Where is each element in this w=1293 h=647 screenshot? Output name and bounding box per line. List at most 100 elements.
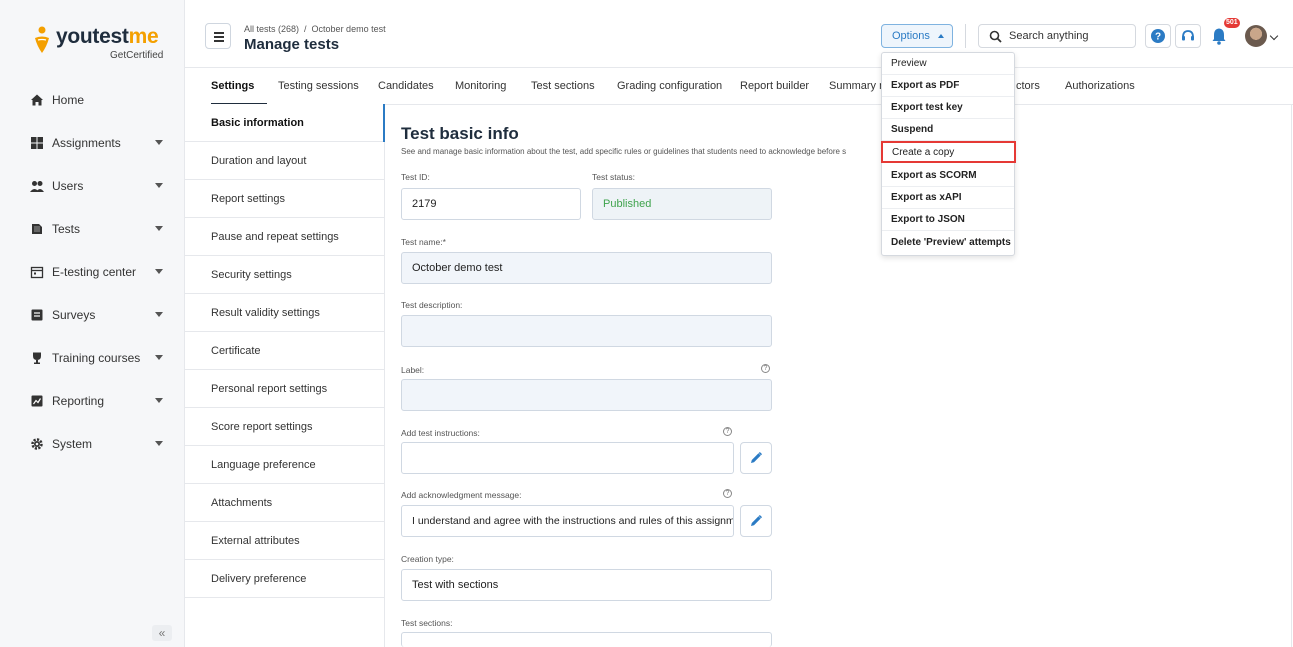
chevron-down-icon <box>155 183 163 188</box>
sidebar-item-home[interactable]: Home <box>0 82 185 118</box>
sidebar-item-assignments[interactable]: Assignments <box>0 125 185 161</box>
tab-proctors[interactable]: ctors <box>1016 80 1040 92</box>
sidebar-item-users[interactable]: Users <box>0 168 185 204</box>
sidebar-item-label: Surveys <box>52 308 96 322</box>
tab-settings[interactable]: Settings <box>211 80 254 92</box>
sidebar-item-system[interactable]: System <box>0 426 185 462</box>
hamburger-icon <box>214 32 224 34</box>
test-name-field[interactable]: October demo test <box>401 252 772 284</box>
tab-report-builder[interactable]: Report builder <box>740 80 809 92</box>
page-title: Manage tests <box>244 36 340 53</box>
sidebar-item-training-courses[interactable]: Training courses <box>0 340 185 376</box>
active-settings-indicator <box>383 104 385 142</box>
settings-nav-delivery-preference[interactable]: Delivery preference <box>185 560 385 598</box>
ack-field[interactable]: I understand and agree with the instruct… <box>401 505 734 537</box>
tab-authorizations[interactable]: Authorizations <box>1065 80 1135 92</box>
chevron-down-icon <box>155 398 163 403</box>
label-field[interactable] <box>401 379 772 411</box>
settings-nav-attachments[interactable]: Attachments <box>185 484 385 522</box>
help-button[interactable]: ? <box>1145 24 1171 48</box>
settings-nav-personal-report[interactable]: Personal report settings <box>185 370 385 408</box>
test-sections-label: Test sections: <box>401 618 453 628</box>
settings-nav-language[interactable]: Language preference <box>185 446 385 484</box>
menu-item-export-test-key[interactable]: Export test key <box>882 97 1014 119</box>
options-button[interactable]: Options <box>881 24 953 48</box>
settings-nav-security[interactable]: Security settings <box>185 256 385 294</box>
avatar[interactable] <box>1245 25 1267 47</box>
menu-toggle-button[interactable] <box>205 23 231 49</box>
breadcrumb-current: October demo test <box>311 24 386 34</box>
tab-testing-sessions[interactable]: Testing sessions <box>278 80 359 92</box>
menu-item-delete-preview-attempts[interactable]: Delete 'Preview' attempts <box>882 231 1014 253</box>
menu-item-export-pdf[interactable]: Export as PDF <box>882 75 1014 97</box>
search-input[interactable]: Search anything <box>978 24 1136 48</box>
edit-ack-button[interactable] <box>740 505 772 537</box>
settings-nav-pause-repeat[interactable]: Pause and repeat settings <box>185 218 385 256</box>
sidebar-item-label: Reporting <box>52 394 105 408</box>
chevron-down-icon <box>155 140 163 145</box>
tab-monitoring[interactable]: Monitoring <box>455 80 506 92</box>
sidebar-item-reporting[interactable]: Reporting <box>0 383 185 419</box>
help-circle-icon[interactable]: ? <box>723 427 732 436</box>
settings-nav-duration-layout[interactable]: Duration and layout <box>185 142 385 180</box>
sidebar-item-label: Assignments <box>52 136 121 150</box>
tab-candidates[interactable]: Candidates <box>378 80 434 92</box>
svg-text:?: ? <box>1155 32 1161 43</box>
settings-nav-external-attributes[interactable]: External attributes <box>185 522 385 560</box>
options-label: Options <box>892 30 930 42</box>
settings-nav-basic-information[interactable]: Basic information <box>185 104 385 142</box>
menu-item-export-xapi[interactable]: Export as xAPI <box>882 187 1014 209</box>
bell-icon <box>1212 28 1226 45</box>
menu-item-suspend[interactable]: Suspend <box>882 119 1014 141</box>
menu-item-export-json[interactable]: Export to JSON <box>882 209 1014 231</box>
help-circle-icon[interactable]: ? <box>761 364 770 373</box>
header-divider <box>965 24 966 48</box>
logo[interactable]: youtestme GetCertified <box>30 20 180 70</box>
chevron-down-icon[interactable] <box>1269 31 1279 41</box>
tab-test-sections[interactable]: Test sections <box>531 80 595 92</box>
sidebar-item-surveys[interactable]: Surveys <box>0 297 185 333</box>
test-id-field[interactable]: 2179 <box>401 188 581 220</box>
label-field-label: Label: <box>401 365 425 375</box>
chevron-down-icon <box>155 355 163 360</box>
settings-nav-report-settings[interactable]: Report settings <box>185 180 385 218</box>
edit-instructions-button[interactable] <box>740 442 772 474</box>
chevron-down-icon <box>155 441 163 446</box>
instructions-label: Add test instructions: <box>401 428 480 438</box>
settings-nav-certificate[interactable]: Certificate <box>185 332 385 370</box>
test-status-label: Test status: <box>592 172 635 182</box>
calendar-icon <box>30 266 44 279</box>
brand-tagline: GetCertified <box>110 50 164 61</box>
sidebar-item-label: E-testing center <box>52 265 137 279</box>
support-button[interactable] <box>1175 24 1201 48</box>
sidebar-item-e-testing-center[interactable]: E-testing center <box>0 254 185 290</box>
home-icon <box>31 94 43 106</box>
caret-up-icon <box>937 34 944 38</box>
instructions-field[interactable] <box>401 442 734 474</box>
section-description: See and manage basic information about t… <box>401 147 847 156</box>
breadcrumb-separator: / <box>304 24 307 34</box>
settings-nav-score-report[interactable]: Score report settings <box>185 408 385 446</box>
tab-grading-configuration[interactable]: Grading configuration <box>617 80 722 92</box>
creation-type-field[interactable]: Test with sections <box>401 569 772 601</box>
breadcrumb-root[interactable]: All tests (268) <box>244 24 299 34</box>
menu-item-preview[interactable]: Preview <box>882 53 1014 75</box>
content-right-border <box>1291 104 1292 647</box>
collapse-sidebar-button[interactable]: « <box>152 625 172 641</box>
sidebar-item-tests[interactable]: Tests <box>0 211 185 247</box>
test-description-field[interactable] <box>401 315 772 347</box>
help-circle-icon[interactable]: ? <box>723 489 732 498</box>
pencil-icon <box>751 451 763 463</box>
creation-type-label: Creation type: <box>401 554 454 564</box>
ack-label: Add acknowledgment message: <box>401 490 522 500</box>
menu-item-export-scorm[interactable]: Export as SCORM <box>882 165 1014 187</box>
sidebar-item-label: Training courses <box>52 351 141 365</box>
tab-summary-reports[interactable]: Summary re <box>829 80 889 92</box>
test-sections-field[interactable] <box>401 632 772 647</box>
search-icon <box>989 30 1002 43</box>
headset-icon <box>1182 30 1194 41</box>
chevron-down-icon <box>155 226 163 231</box>
sidebar-item-label: Users <box>52 179 84 193</box>
settings-nav-result-validity[interactable]: Result validity settings <box>185 294 385 332</box>
menu-item-create-copy[interactable]: Create a copy <box>881 141 1016 163</box>
